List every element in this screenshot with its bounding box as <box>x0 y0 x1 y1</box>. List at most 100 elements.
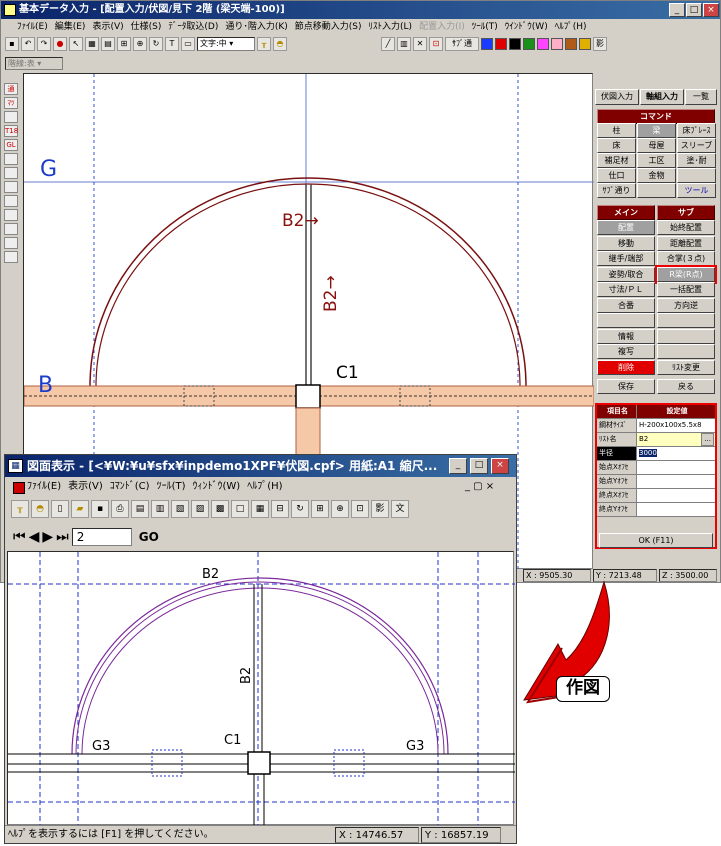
zoom-area-icon[interactable]: ⊞ <box>311 500 329 518</box>
main-item-button[interactable]: 継手/端部 <box>597 251 655 266</box>
command-button[interactable]: 梁 <box>637 123 676 138</box>
preview-canvas[interactable]: B2 B2 C1 G3 G3 <box>7 551 515 826</box>
new-file-icon[interactable]: ▯ <box>51 500 69 518</box>
main-menu-item[interactable]: ﾌｧｲﾙ(E) <box>17 22 48 32</box>
sub-item-button[interactable]: R梁(R点) <box>655 264 717 284</box>
preview-menu-item[interactable]: ﾂｰﾙ(T) <box>157 481 186 492</box>
property-value[interactable] <box>637 461 715 474</box>
refresh-icon[interactable]: ↻ <box>149 37 163 51</box>
property-value[interactable]: 3000 <box>637 447 715 460</box>
sub-item-button[interactable] <box>657 313 715 328</box>
save-icon[interactable]: ▪ <box>5 37 19 51</box>
frame-icon[interactable]: ⊟ <box>271 500 289 518</box>
next-page-icon[interactable]: ▶ <box>42 529 53 545</box>
main-menu-item[interactable]: 編集(E) <box>55 22 86 32</box>
panel-tab[interactable]: 一覧 <box>685 89 717 105</box>
text-size-select[interactable]: 文字:中 ▾ <box>197 37 255 51</box>
main-item-button[interactable]: 複写 <box>597 344 655 359</box>
command-button[interactable]: ｻﾌﾞ通り <box>597 183 636 198</box>
command-button[interactable]: 塗･耐 <box>677 153 716 168</box>
main-item-button[interactable]: 寸法/ＰＬ <box>597 282 655 297</box>
property-value[interactable] <box>637 503 715 516</box>
property-value[interactable] <box>637 489 715 502</box>
command-button[interactable]: 補足材 <box>597 153 636 168</box>
command-button[interactable]: 仕口 <box>597 168 636 183</box>
command-button[interactable]: スリーブ <box>677 138 716 153</box>
left-tool-button[interactable]: ﾏﾂ <box>4 97 18 109</box>
hatch-tool-icon[interactable]: ▥ <box>397 37 411 51</box>
left-tool-button[interactable]: 通 <box>4 83 18 95</box>
left-tool-button[interactable] <box>4 167 18 179</box>
print-icon[interactable]: ⎙ <box>111 500 129 518</box>
sub-item-button[interactable] <box>657 344 715 359</box>
panel-tab[interactable]: 伏図入力 <box>595 89 639 105</box>
left-tool-button[interactable] <box>4 237 18 249</box>
command-button[interactable]: 母屋 <box>637 138 676 153</box>
delete-tool-icon[interactable]: ⊡ <box>429 37 443 51</box>
left-tool-button[interactable]: T18 <box>4 125 18 137</box>
last-page-icon[interactable]: ⏭ <box>56 529 69 545</box>
main-menu-item[interactable]: ｳｲﾝﾄﾞｳ(W) <box>505 22 548 32</box>
main-menu-item[interactable]: 仕様(S) <box>131 22 162 32</box>
main-item-button[interactable]: 姿勢/取合 <box>597 266 655 282</box>
property-value[interactable]: B2... <box>637 433 715 446</box>
print-setup-icon[interactable]: ▥ <box>151 500 169 518</box>
property-value[interactable] <box>637 475 715 488</box>
undo-icon[interactable]: ↶ <box>21 37 35 51</box>
color-swatch[interactable] <box>495 38 507 50</box>
text-button[interactable]: 文 <box>391 500 409 518</box>
main-item-button[interactable] <box>597 313 655 328</box>
text-icon[interactable]: T <box>165 37 179 51</box>
list-browse-button[interactable]: ... <box>701 433 714 446</box>
main-menu-item[interactable]: 表示(V) <box>92 22 123 32</box>
main-item-button[interactable]: 情報 <box>597 328 655 344</box>
open-folder-icon[interactable]: ▰ <box>71 500 89 518</box>
left-tool-button[interactable] <box>4 195 18 207</box>
grid-icon[interactable]: ▦ <box>251 500 269 518</box>
sub-grid-label[interactable]: ｻﾌﾞ通 <box>445 37 479 51</box>
ok-button[interactable]: OK (F11) <box>599 533 713 548</box>
helmet-icon[interactable]: ◓ <box>273 37 287 51</box>
sub-item-button[interactable]: 一括配置 <box>657 282 715 297</box>
main-menu-item[interactable]: 通り･階入力(K) <box>225 22 287 32</box>
command-button[interactable]: 床ﾌﾞﾚｰｽ <box>677 123 716 138</box>
command-button[interactable]: 柱 <box>597 123 636 138</box>
main-menu-item[interactable]: ﾘｽﾄ入力(L) <box>369 22 413 32</box>
save-icon[interactable]: ▪ <box>91 500 109 518</box>
monitor-icon[interactable]: ▭ <box>181 37 195 51</box>
refresh-icon[interactable]: ↻ <box>291 500 309 518</box>
color-swatch[interactable] <box>565 38 577 50</box>
stop-icon[interactable]: ● <box>53 37 67 51</box>
left-tool-button[interactable] <box>4 111 18 123</box>
line-tool-icon[interactable]: ╱ <box>381 37 395 51</box>
command-button[interactable] <box>637 183 676 198</box>
frame-icon[interactable]: ▤ <box>101 37 115 51</box>
sub-item-button[interactable]: 方向逆 <box>657 297 715 313</box>
main-item-button[interactable]: 削除 <box>597 359 655 375</box>
left-tool-button[interactable] <box>4 209 18 221</box>
prev-page-icon[interactable]: ◀ <box>29 529 40 545</box>
print-preview-icon[interactable]: ▤ <box>131 500 149 518</box>
zoom-icon[interactable]: ⊕ <box>133 37 147 51</box>
print-all-icon[interactable]: ▩ <box>211 500 229 518</box>
zoom-fit-icon[interactable]: ⊡ <box>351 500 369 518</box>
preview-minimize-button[interactable]: _ <box>449 458 467 474</box>
window-icon[interactable]: □ <box>231 500 249 518</box>
preview-close-button[interactable]: × <box>491 458 509 474</box>
sub-item-button[interactable]: 合掌(３点) <box>657 251 715 266</box>
color-swatch[interactable] <box>579 38 591 50</box>
back-button[interactable]: 戻る <box>657 379 715 394</box>
color-swatch[interactable] <box>537 38 549 50</box>
color-swatch[interactable] <box>523 38 535 50</box>
panel-tab[interactable]: 軸組入力 <box>640 89 684 105</box>
shadow-icon[interactable]: 影 <box>593 37 607 51</box>
first-page-icon[interactable]: ⏮ <box>13 529 26 545</box>
property-value[interactable]: H-200x100x5.5x8 <box>637 419 715 432</box>
left-tool-button[interactable] <box>4 181 18 193</box>
pointer-icon[interactable]: ↖ <box>69 37 83 51</box>
left-tool-button[interactable] <box>4 223 18 235</box>
preview-mdi-controls[interactable]: _ ▢ × <box>465 481 494 492</box>
command-button[interactable]: 床 <box>597 138 636 153</box>
main-item-button[interactable]: 配置 <box>597 220 655 235</box>
grid-icon[interactable]: ▦ <box>85 37 99 51</box>
